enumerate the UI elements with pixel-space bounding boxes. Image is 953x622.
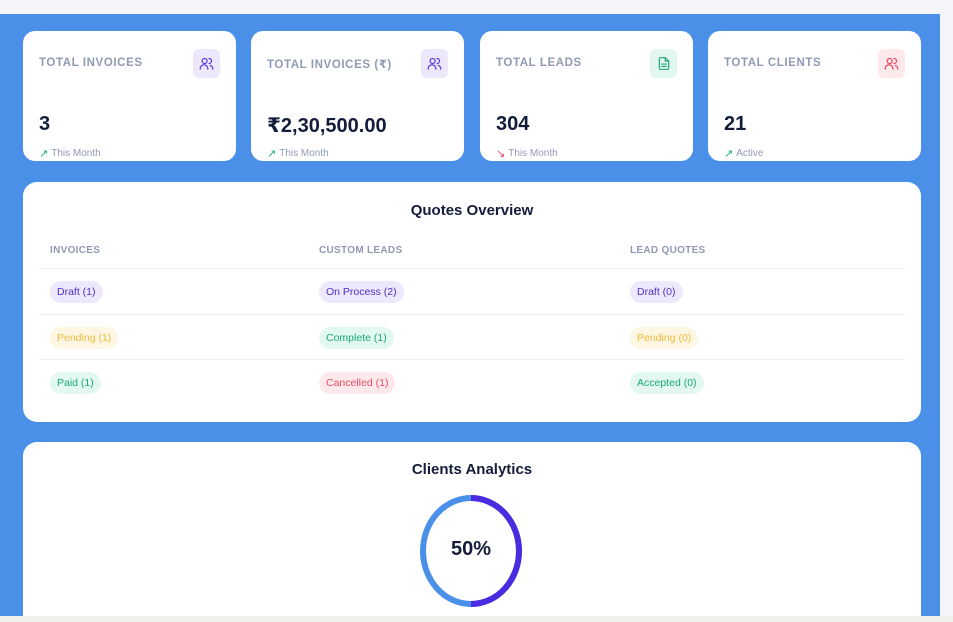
top-strip: [0, 0, 953, 14]
row-divider: [39, 359, 905, 360]
stat-card-total-invoices[interactable]: TOTAL INVOICES 3 ↗ This Month: [23, 31, 236, 161]
status-badge-quotes-accepted[interactable]: Accepted (0): [630, 372, 704, 394]
stat-footer-label: This Month: [51, 148, 101, 159]
status-badge-invoices-pending[interactable]: Pending (1): [50, 327, 119, 349]
stat-card-total-invoices-amount[interactable]: TOTAL INVOICES (₹) ₹2,30,500.00 ↗ This M…: [251, 31, 464, 161]
stat-footer-label: This Month: [279, 148, 329, 159]
stat-footer-label: This Month: [508, 148, 558, 159]
stat-footer: ↘ This Month: [496, 147, 558, 160]
row-divider: [39, 268, 905, 269]
status-badge-leads-complete[interactable]: Complete (1): [319, 327, 394, 349]
quotes-overview-panel: Quotes Overview INVOICES CUSTOM LEADS LE…: [23, 182, 921, 422]
trend-down-icon: ↘: [496, 148, 506, 160]
document-icon: [650, 49, 677, 78]
clients-donut-chart: 50%: [419, 494, 523, 608]
trend-up-icon: ↗: [39, 148, 49, 160]
users-icon: [421, 49, 448, 78]
donut-percent-label: 50%: [450, 538, 492, 560]
stat-value: 304: [496, 113, 530, 135]
status-badge-invoices-paid[interactable]: Paid (1): [50, 372, 101, 394]
clients-analytics-panel: Clients Analytics 50%: [23, 442, 921, 622]
row-divider: [39, 314, 905, 315]
stat-title: TOTAL INVOICES: [39, 57, 143, 69]
stat-card-total-clients[interactable]: TOTAL CLIENTS 21 ↗ Active: [708, 31, 921, 161]
dashboard-main: TOTAL INVOICES 3 ↗ This Month TOTAL INVO…: [0, 14, 940, 622]
bottom-strip: [0, 616, 953, 622]
status-badge-invoices-draft[interactable]: Draft (1): [50, 281, 103, 303]
status-badge-leads-on-process[interactable]: On Process (2): [319, 281, 404, 303]
users-icon: [878, 49, 905, 78]
stat-card-total-leads[interactable]: TOTAL LEADS 304 ↘ This Month: [480, 31, 693, 161]
status-badge-quotes-pending[interactable]: Pending (0): [630, 327, 699, 349]
stat-footer: ↗ This Month: [39, 147, 101, 160]
stat-value: ₹2,30,500.00: [267, 115, 387, 137]
column-header-custom-leads: CUSTOM LEADS: [319, 245, 403, 256]
panel-title: Clients Analytics: [411, 461, 533, 478]
stat-footer: ↗ Active: [724, 147, 763, 160]
trend-up-icon: ↗: [267, 148, 277, 160]
stat-title: TOTAL INVOICES (₹): [267, 59, 392, 71]
column-header-invoices: INVOICES: [50, 245, 101, 256]
status-badge-leads-cancelled[interactable]: Cancelled (1): [319, 372, 396, 394]
stat-value: 21: [724, 113, 747, 135]
panel-title: Quotes Overview: [410, 202, 534, 219]
column-header-lead-quotes: LEAD QUOTES: [630, 245, 706, 256]
users-icon: [193, 49, 220, 78]
stat-footer: ↗ This Month: [267, 147, 329, 160]
stat-title: TOTAL LEADS: [496, 57, 582, 69]
trend-up-icon: ↗: [724, 148, 734, 160]
status-badge-quotes-draft[interactable]: Draft (0): [630, 281, 683, 303]
stat-value: 3: [39, 113, 51, 135]
stat-title: TOTAL CLIENTS: [724, 57, 822, 69]
stat-footer-label: Active: [736, 148, 764, 159]
right-edge: [940, 14, 953, 622]
